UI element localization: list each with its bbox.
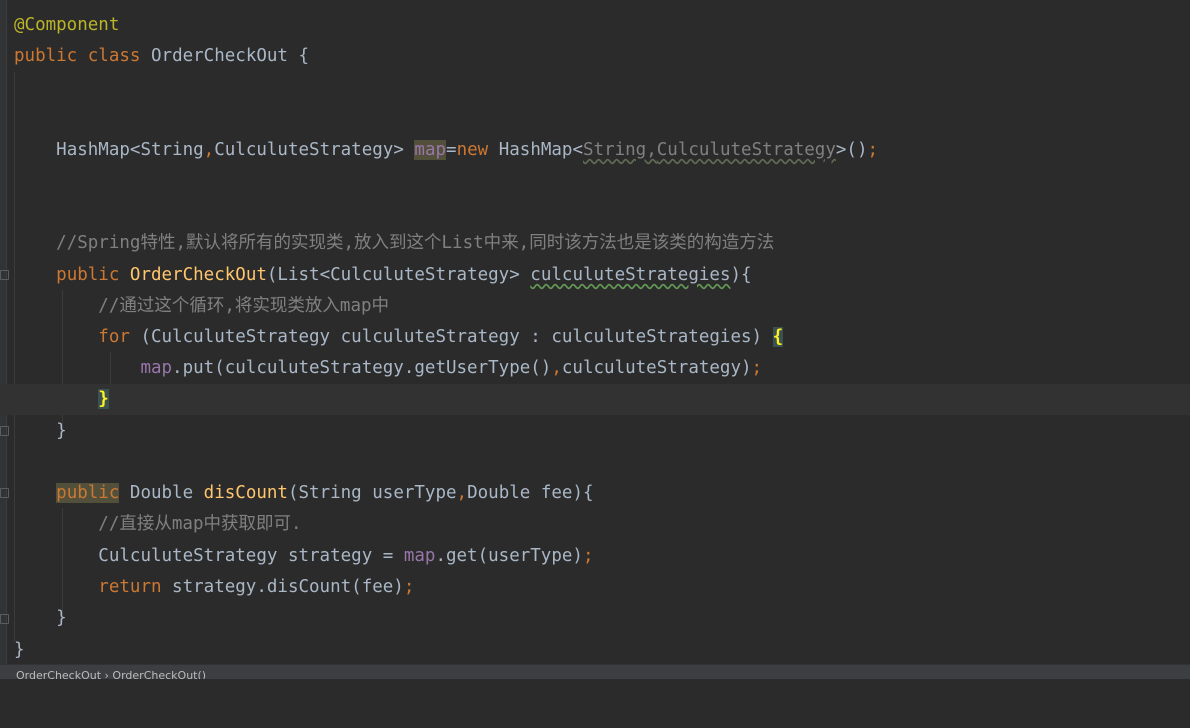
parameters: Double fee){: [467, 483, 594, 503]
brace: }: [56, 608, 67, 628]
parameters: (List<CulculuteStrategy>: [266, 265, 531, 285]
brace: }: [14, 640, 25, 660]
parameter-name: culculuteStrategies: [530, 265, 731, 285]
field-map: map: [403, 546, 436, 566]
brace: }: [56, 421, 67, 441]
keyword: return: [98, 577, 162, 597]
punctuation: ;: [582, 546, 594, 566]
code-line[interactable]: //通过这个循环,将实现类放入map中: [0, 291, 1190, 322]
code-line[interactable]: public Double disCount(String userType,D…: [0, 478, 1190, 509]
code-line[interactable]: public OrderCheckOut(List<CulculuteStrat…: [0, 260, 1190, 291]
code-line[interactable]: //直接从map中获取即可.: [0, 509, 1190, 540]
code-line[interactable]: }: [0, 603, 1190, 634]
operator: =: [446, 140, 457, 160]
return-type: Double: [119, 483, 204, 503]
type: HashMap<: [488, 140, 583, 160]
annotation: @Component: [14, 15, 120, 35]
field-map: map: [414, 140, 447, 160]
redundant-type-arg: String: [583, 140, 647, 160]
redundant-type-arg: CulculuteStrategy: [656, 140, 836, 160]
comment: //直接从map中获取即可.: [98, 514, 302, 534]
breadcrumb-bar[interactable]: OrderCheckOut › OrderCheckOut(): [0, 664, 1190, 679]
method-call: .get(userType): [435, 546, 583, 566]
type: >(): [835, 140, 868, 160]
field-map: map: [140, 358, 173, 378]
class-name: OrderCheckOut {: [151, 46, 310, 66]
punctuation: ;: [867, 140, 879, 160]
keyword: public: [56, 483, 120, 503]
keyword: for: [98, 327, 130, 347]
code-line[interactable]: //Spring特性,默认将所有的实现类,放入到这个List中来,同时该方法也是…: [0, 228, 1190, 259]
punctuation: ,: [456, 483, 468, 503]
punctuation: ,: [551, 358, 562, 378]
code-line[interactable]: public class OrderCheckOut {: [0, 41, 1190, 72]
for-expression: (CulculuteStrategy culculuteStrategy : c…: [129, 327, 773, 347]
code-editor[interactable]: @Component public class OrderCheckOut { …: [0, 0, 1190, 664]
code-line[interactable]: return strategy.disCount(fee);: [0, 572, 1190, 603]
constructor-name: OrderCheckOut: [129, 265, 267, 285]
punctuation: ;: [751, 358, 763, 378]
comment: //通过这个循环,将实现类放入map中: [98, 296, 390, 316]
method-name: disCount: [203, 483, 288, 503]
type: CulculuteStrategy>: [214, 140, 415, 160]
punctuation: ,: [646, 140, 657, 160]
punctuation: ;: [403, 577, 415, 597]
parameters: (String userType: [287, 483, 457, 503]
expression: strategy.disCount(fee): [161, 577, 404, 597]
keyword: class: [87, 46, 141, 66]
code-line[interactable]: }: [0, 416, 1190, 447]
keyword: public: [56, 265, 120, 285]
code-line-current[interactable]: }: [0, 384, 1190, 415]
keyword: new: [456, 140, 489, 160]
code-line[interactable]: @Component: [0, 10, 1190, 41]
argument: culculuteStrategy): [561, 358, 752, 378]
code-line[interactable]: CulculuteStrategy strategy = map.get(use…: [0, 541, 1190, 572]
matched-brace: }: [98, 389, 109, 409]
method-call: .put(culculuteStrategy.getUserType(): [172, 358, 552, 378]
code-line[interactable]: map.put(culculuteStrategy.getUserType(),…: [0, 353, 1190, 384]
comment: //Spring特性,默认将所有的实现类,放入到这个List中来,同时该方法也是…: [56, 233, 775, 253]
matched-brace: {: [772, 327, 784, 347]
type: HashMap<String: [56, 140, 204, 160]
keyword: public: [14, 46, 78, 66]
punctuation: ,: [203, 140, 215, 160]
declaration: CulculuteStrategy strategy =: [98, 546, 404, 566]
code-line[interactable]: }: [0, 635, 1190, 666]
code-line[interactable]: HashMap<String,CulculuteStrategy> map=ne…: [0, 135, 1190, 166]
code-line[interactable]: for (CulculuteStrategy culculuteStrategy…: [0, 322, 1190, 353]
punctuation: ){: [730, 265, 752, 285]
